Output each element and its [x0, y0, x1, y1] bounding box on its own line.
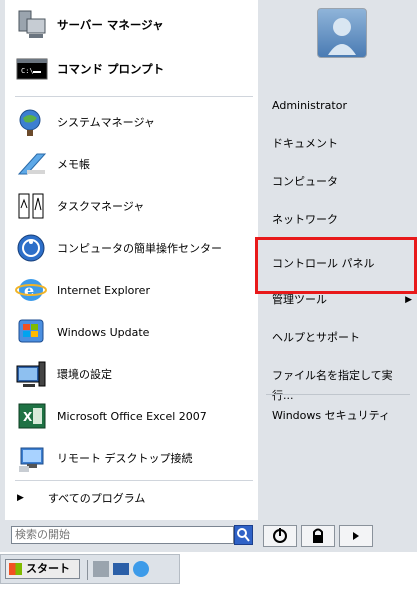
pinned-label: サーバー マネージャ — [57, 18, 164, 32]
excel-icon: X — [15, 400, 49, 432]
svg-text:X: X — [23, 410, 33, 424]
recent-item-remote-desktop[interactable]: リモート デスクトップ接続 — [5, 440, 258, 476]
recent-label: 環境の設定 — [57, 368, 112, 381]
recent-label: Microsoft Office Excel 2007 — [57, 409, 207, 423]
start-menu-left-pane: サーバー マネージャ C:\ コマンド プロンプト システムマネージャ メモ帳 — [5, 0, 258, 520]
recent-item-notepad[interactable]: メモ帳 — [5, 146, 258, 182]
all-programs-button[interactable]: ▶ すべてのプログラム — [5, 480, 258, 516]
recent-label: システムマネージャ — [57, 116, 155, 129]
taskbar: スタート — [0, 554, 180, 584]
right-item-label: 管理ツール — [272, 293, 327, 306]
start-button[interactable]: スタート — [5, 559, 80, 579]
right-item-help-support[interactable]: ヘルプとサポート — [272, 328, 414, 348]
windows-update-icon — [15, 316, 49, 348]
separator — [266, 394, 410, 395]
right-item-windows-security[interactable]: Windows セキュリティ — [272, 406, 414, 426]
recent-item-excel[interactable]: X Microsoft Office Excel 2007 — [5, 398, 258, 434]
taskbar-separator — [87, 560, 88, 580]
lock-icon — [313, 528, 323, 543]
server-manager-icon — [15, 9, 49, 41]
recent-item-internet-explorer[interactable]: e Internet Explorer — [5, 272, 258, 308]
pinned-item-server-manager[interactable]: サーバー マネージャ — [5, 6, 258, 44]
pinned-item-command-prompt[interactable]: C:\ コマンド プロンプト — [5, 50, 258, 88]
search-button[interactable] — [234, 525, 253, 545]
task-manager-icon — [15, 190, 49, 222]
right-item-run[interactable]: ファイル名を指定して実行... — [272, 366, 414, 402]
recent-item-ease-of-access[interactable]: コンピュータの簡単操作センター — [5, 230, 258, 266]
right-item-network[interactable]: ネットワーク — [272, 210, 414, 230]
recent-label: リモート デスクトップ接続 — [57, 452, 193, 465]
start-menu: サーバー マネージャ C:\ コマンド プロンプト システムマネージャ メモ帳 — [0, 0, 417, 552]
play-arrow-icon: ▶ — [17, 493, 24, 503]
lock-button[interactable] — [301, 525, 335, 547]
recent-item-environment-settings[interactable]: 環境の設定 — [5, 356, 258, 392]
right-item-documents[interactable]: ドキュメント — [272, 134, 414, 154]
internet-explorer-icon: e — [15, 274, 49, 306]
system-manager-icon — [15, 106, 49, 138]
recent-item-task-manager[interactable]: タスクマネージャ — [5, 188, 258, 224]
ease-of-access-icon — [15, 232, 49, 264]
search-input[interactable] — [11, 526, 234, 544]
start-orb-icon — [9, 563, 22, 575]
svg-text:C:\: C:\ — [21, 67, 34, 75]
quicklaunch-desktop-icon[interactable] — [113, 563, 129, 575]
shutdown-button[interactable] — [263, 525, 297, 547]
notepad-icon — [15, 148, 49, 180]
right-item-computer[interactable]: コンピュータ — [272, 172, 414, 192]
recent-label: タスクマネージャ — [57, 200, 145, 213]
recent-label: コンピュータの簡単操作センター — [57, 242, 222, 255]
recent-item-system-manager[interactable]: システムマネージャ — [5, 104, 258, 140]
recent-label: メモ帳 — [57, 158, 90, 171]
remote-desktop-icon — [15, 442, 49, 474]
chevron-right-icon — [353, 532, 359, 540]
environment-settings-icon — [15, 358, 49, 390]
separator — [15, 96, 253, 97]
shutdown-options-button[interactable] — [339, 525, 373, 547]
command-prompt-icon: C:\ — [15, 53, 49, 85]
recent-item-windows-update[interactable]: Windows Update — [5, 314, 258, 350]
user-avatar-icon[interactable] — [317, 8, 367, 58]
quicklaunch-internet-explorer-icon[interactable] — [133, 561, 149, 577]
all-programs-label: すべてのプログラム — [47, 492, 146, 505]
search-icon — [237, 528, 250, 542]
recent-label: Windows Update — [57, 325, 150, 339]
power-icon — [273, 528, 287, 543]
quicklaunch-server-manager-icon[interactable] — [93, 561, 109, 577]
highlight-rectangle — [255, 237, 417, 294]
recent-label: Internet Explorer — [57, 283, 150, 297]
right-item-administrator[interactable]: Administrator — [272, 96, 414, 116]
start-label: スタート — [26, 562, 70, 575]
svg-text:e: e — [24, 281, 34, 300]
pinned-label: コマンド プロンプト — [57, 62, 165, 76]
